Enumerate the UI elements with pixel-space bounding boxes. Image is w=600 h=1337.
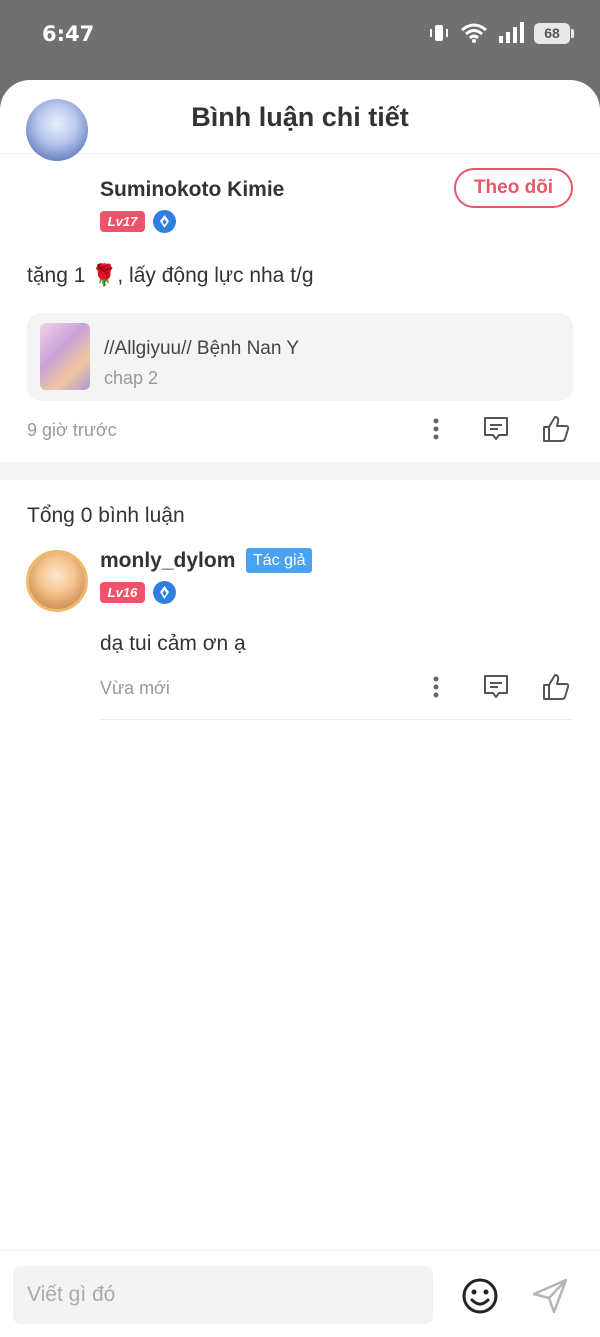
reply-level-badge: Lv16 — [100, 582, 145, 603]
more-vertical-icon — [433, 418, 439, 440]
post-reply-button[interactable] — [479, 412, 513, 446]
comments-total: Tổng 0 bình luận — [27, 504, 185, 527]
post-more-button[interactable] — [419, 412, 453, 446]
thumbs-up-icon — [543, 416, 570, 442]
reply-divider — [100, 719, 573, 720]
reply-text: dạ tui cảm ơn ạ — [100, 632, 246, 655]
reply-more-button[interactable] — [419, 670, 453, 704]
comment-icon — [484, 417, 508, 440]
reply-author-name[interactable]: monly_dylom — [100, 549, 235, 573]
send-button[interactable] — [529, 1275, 571, 1317]
more-vertical-icon — [433, 676, 439, 698]
reply-time: Vừa mới — [100, 678, 170, 698]
author-tag: Tác giả — [246, 548, 313, 573]
comment-detail-sheet: Bình luận chi tiết Suminokoto Kimie Lv17… — [0, 80, 600, 1337]
status-bar: 6:47 68 — [0, 0, 600, 70]
battery-icon: 68 — [534, 22, 574, 44]
comment-icon — [484, 675, 508, 698]
status-icons: 68 — [428, 22, 574, 44]
post-text: tặng 1 🌹, lấy động lực nha t/g — [27, 264, 314, 287]
reply-like-button[interactable] — [539, 670, 573, 704]
comment-composer — [0, 1250, 600, 1337]
post-time: 9 giờ trước — [27, 420, 117, 440]
post-like-button[interactable] — [539, 412, 573, 446]
vibrate-icon — [430, 25, 448, 41]
post-author-avatar[interactable] — [26, 99, 88, 161]
reply-reply-button[interactable] — [479, 670, 513, 704]
status-time: 6:47 — [42, 22, 95, 46]
page-title: Bình luận chi tiết — [191, 102, 409, 132]
emoji-button[interactable] — [459, 1275, 501, 1317]
post-level-badge: Lv17 — [100, 211, 145, 232]
section-divider — [0, 462, 600, 480]
diamond-icon — [153, 581, 176, 604]
signal-icon — [499, 22, 524, 43]
send-icon — [532, 1278, 568, 1314]
post-author-name[interactable]: Suminokoto Kimie — [100, 178, 284, 202]
thumbs-up-icon — [543, 674, 570, 700]
chapter-subtitle: chap 2 — [104, 368, 159, 388]
battery-level: 68 — [544, 25, 560, 41]
follow-button[interactable]: Theo dõi — [454, 168, 573, 208]
wifi-icon — [461, 23, 487, 43]
chapter-card[interactable]: //Allgiyuu// Bệnh Nan Y chap 2 — [27, 313, 573, 401]
reply-author-avatar[interactable] — [26, 550, 88, 612]
header: Bình luận chi tiết — [0, 80, 600, 154]
smiley-icon — [462, 1278, 498, 1314]
comment-input[interactable] — [13, 1266, 433, 1324]
diamond-icon — [153, 210, 176, 233]
chapter-cover-image — [40, 323, 90, 390]
chapter-title: //Allgiyuu// Bệnh Nan Y — [104, 338, 300, 359]
